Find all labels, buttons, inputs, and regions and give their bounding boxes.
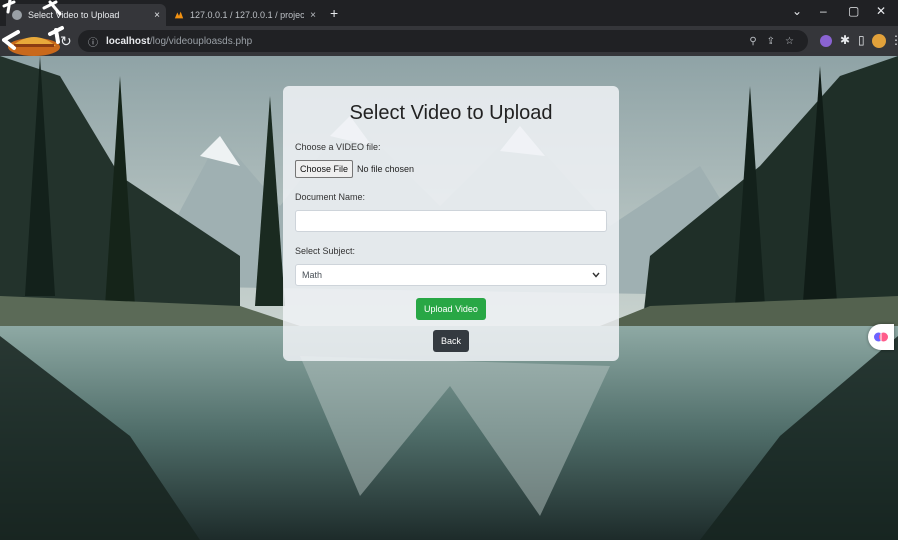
upload-button-wrap: Upload Video [295,286,607,320]
close-tab-icon[interactable]: × [154,10,160,21]
subject-label: Select Subject: [295,246,356,256]
page-title: Select Video to Upload [349,102,553,124]
puzzle-icon[interactable]: ✱ [840,33,850,47]
close-window-button[interactable]: ✕ [876,4,886,18]
file-input[interactable]: Choose File No file chosen [295,160,607,178]
close-tab-icon[interactable]: × [310,10,316,21]
chevron-down-icon [592,272,600,278]
tab-title: 127.0.0.1 / 127.0.0.1 / project / ... [190,10,305,20]
subject-selected-value: Math [302,270,323,280]
back-button[interactable]: Back [432,330,469,352]
new-tab-button[interactable]: + [330,5,338,21]
omnibox-actions: ⚲ ⇪ ☆ [749,30,794,52]
url-host: localhost [106,35,150,47]
extension-icon[interactable] [820,35,832,47]
choose-file-button[interactable]: Choose File [295,160,354,178]
profile-icon[interactable] [872,34,886,48]
minimize-button[interactable]: – [820,4,827,18]
floating-assistant-button[interactable] [868,324,894,350]
tab-strip: Select Video to Upload × 127.0.0.1 / 127… [0,0,898,26]
url-path: /log/videouploasds.php [149,35,253,47]
back-button-wrap: Back [295,320,607,352]
star-icon[interactable]: ☆ [785,36,794,47]
file-status-text: No file chosen [357,164,415,174]
logo [2,0,64,56]
address-bar[interactable]: ⓘ localhost /log/videouploasds.php ⚲ ⇪ ☆ [78,30,808,52]
upload-video-button[interactable]: Upload Video [416,298,486,320]
tab-phpmyadmin[interactable]: 127.0.0.1 / 127.0.0.1 / project / ... × [168,4,322,26]
subject-select[interactable]: Math [295,264,607,286]
document-name-label: Document Name: [295,192,366,202]
tab-search-icon[interactable]: ⌄ [792,4,802,18]
upload-form-card: Select Video to Upload Choose a VIDEO fi… [283,86,619,361]
maximize-button[interactable]: ▢ [848,4,859,18]
info-icon: ⓘ [88,37,98,49]
sidepanel-icon[interactable]: ▯ [858,33,865,47]
file-label: Choose a VIDEO file: [295,142,381,152]
phpmyadmin-icon [174,11,184,19]
page-viewport: Select Video to Upload Choose a VIDEO fi… [0,56,898,540]
document-name-input[interactable] [295,210,607,232]
menu-icon[interactable]: ⋮ [890,33,898,47]
zoom-icon[interactable]: ⚲ [749,36,756,47]
toolbar: ← ↻ ⓘ localhost /log/videouploasds.php ⚲… [0,26,898,56]
brain-icon [874,332,888,342]
share-icon[interactable]: ⇪ [767,36,775,47]
